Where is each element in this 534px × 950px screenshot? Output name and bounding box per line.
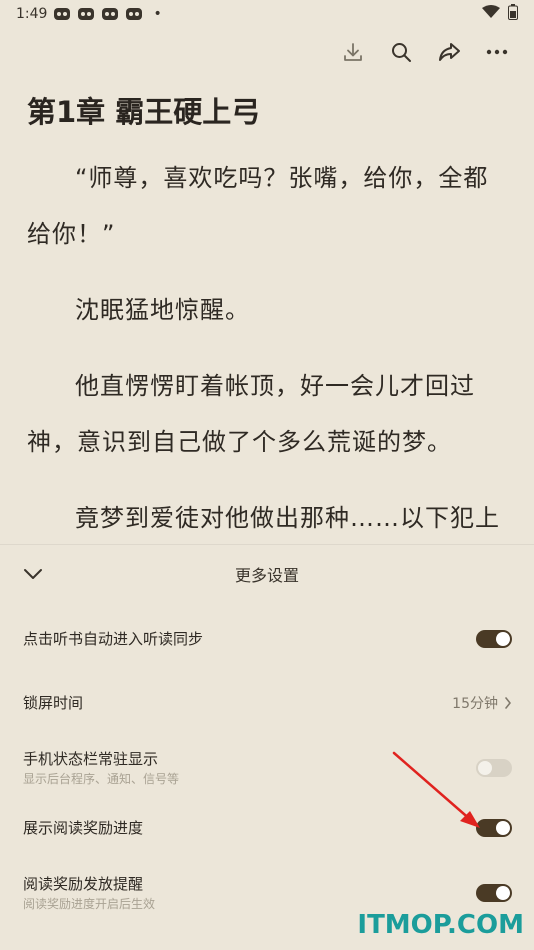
download-icon[interactable] [340, 39, 366, 65]
auto-sync-toggle[interactable] [476, 630, 512, 648]
watermark-logo: ITMOP.COM [357, 910, 524, 940]
paragraph: 竟梦到爱徒对他做出那种……以下犯上 [75, 504, 500, 532]
setting-row-auto-sync[interactable]: 点击听书自动进入听读同步 [23, 629, 512, 649]
chapter-title: 第1章 霸王硬上弓 [27, 95, 261, 129]
reader-content[interactable]: 第1章 霸王硬上弓 “师尊，喜欢吃吗？张嘴，给你，全都给你！” 沈眠猛地惊醒。 … [0, 80, 534, 545]
cartoon-app-icon [77, 6, 95, 22]
row-text: 展示阅读奖励进度 [23, 818, 143, 838]
search-icon[interactable] [388, 39, 414, 65]
setting-label: 阅读奖励发放提醒 [23, 875, 144, 893]
status-dot: • [153, 6, 162, 22]
row-text: 点击听书自动进入听读同步 [23, 629, 203, 649]
setting-label: 展示阅读奖励进度 [23, 819, 144, 837]
setting-row-status-bar[interactable]: 手机状态栏常驻显示 显示后台程序、通知、信号等 [23, 749, 512, 787]
paragraph: 他直愣愣盯着帐顶，好一会儿才回过神，意识到自己做了个多么荒诞的梦。 [27, 372, 475, 456]
row-text: 锁屏时间 [23, 693, 83, 713]
paragraph: 沈眠猛地惊醒。 [75, 296, 250, 324]
setting-sublabel: 阅读奖励进度开启后生效 [23, 897, 156, 911]
sheet-header: 更多设置 [0, 545, 534, 603]
share-icon[interactable] [436, 39, 462, 65]
row-text: 手机状态栏常驻显示 显示后台程序、通知、信号等 [23, 749, 179, 787]
setting-label: 手机状态栏常驻显示 [23, 750, 159, 768]
setting-row-reward-progress[interactable]: 展示阅读奖励进度 [23, 818, 512, 838]
lock-time-value[interactable]: 15分钟 [452, 693, 512, 713]
more-icon[interactable] [484, 39, 510, 65]
battery-icon [508, 4, 518, 24]
status-right [482, 4, 518, 24]
setting-sublabel: 显示后台程序、通知、信号等 [23, 772, 180, 786]
reader-toolbar [340, 36, 510, 68]
chevron-down-icon[interactable] [20, 561, 46, 587]
cartoon-app-icon [125, 6, 143, 22]
status-bar: 1:49 • [0, 0, 534, 28]
status-left: 1:49 • [16, 6, 162, 22]
status-bar-toggle[interactable] [476, 759, 512, 777]
sheet-title: 更多设置 [234, 566, 299, 585]
more-settings-sheet: 更多设置 点击听书自动进入听读同步 锁屏时间 15分钟 手机状态栏常驻显示 显示… [0, 545, 534, 950]
setting-row-reward-reminder[interactable]: 阅读奖励发放提醒 阅读奖励进度开启后生效 [23, 874, 512, 912]
setting-label: 锁屏时间 [23, 694, 84, 712]
paragraph: “师尊，喜欢吃吗？张嘴，给你，全都给你！” [27, 164, 489, 248]
toggle-knob [496, 821, 510, 835]
toggle-knob [496, 632, 510, 646]
chevron-right-icon [505, 697, 511, 709]
setting-row-lock-time[interactable]: 锁屏时间 15分钟 [23, 693, 512, 713]
reward-reminder-toggle[interactable] [476, 884, 512, 902]
status-time: 1:49 [16, 6, 48, 22]
row-text: 阅读奖励发放提醒 阅读奖励进度开启后生效 [23, 874, 155, 912]
cartoon-app-icon [101, 6, 119, 22]
wifi-icon [482, 5, 500, 23]
cartoon-app-icon [53, 6, 71, 22]
reward-progress-toggle[interactable] [476, 819, 512, 837]
toggle-knob [478, 761, 492, 775]
lock-time-text: 15分钟 [452, 696, 498, 712]
setting-label: 点击听书自动进入听读同步 [23, 630, 204, 648]
toggle-knob [496, 886, 510, 900]
